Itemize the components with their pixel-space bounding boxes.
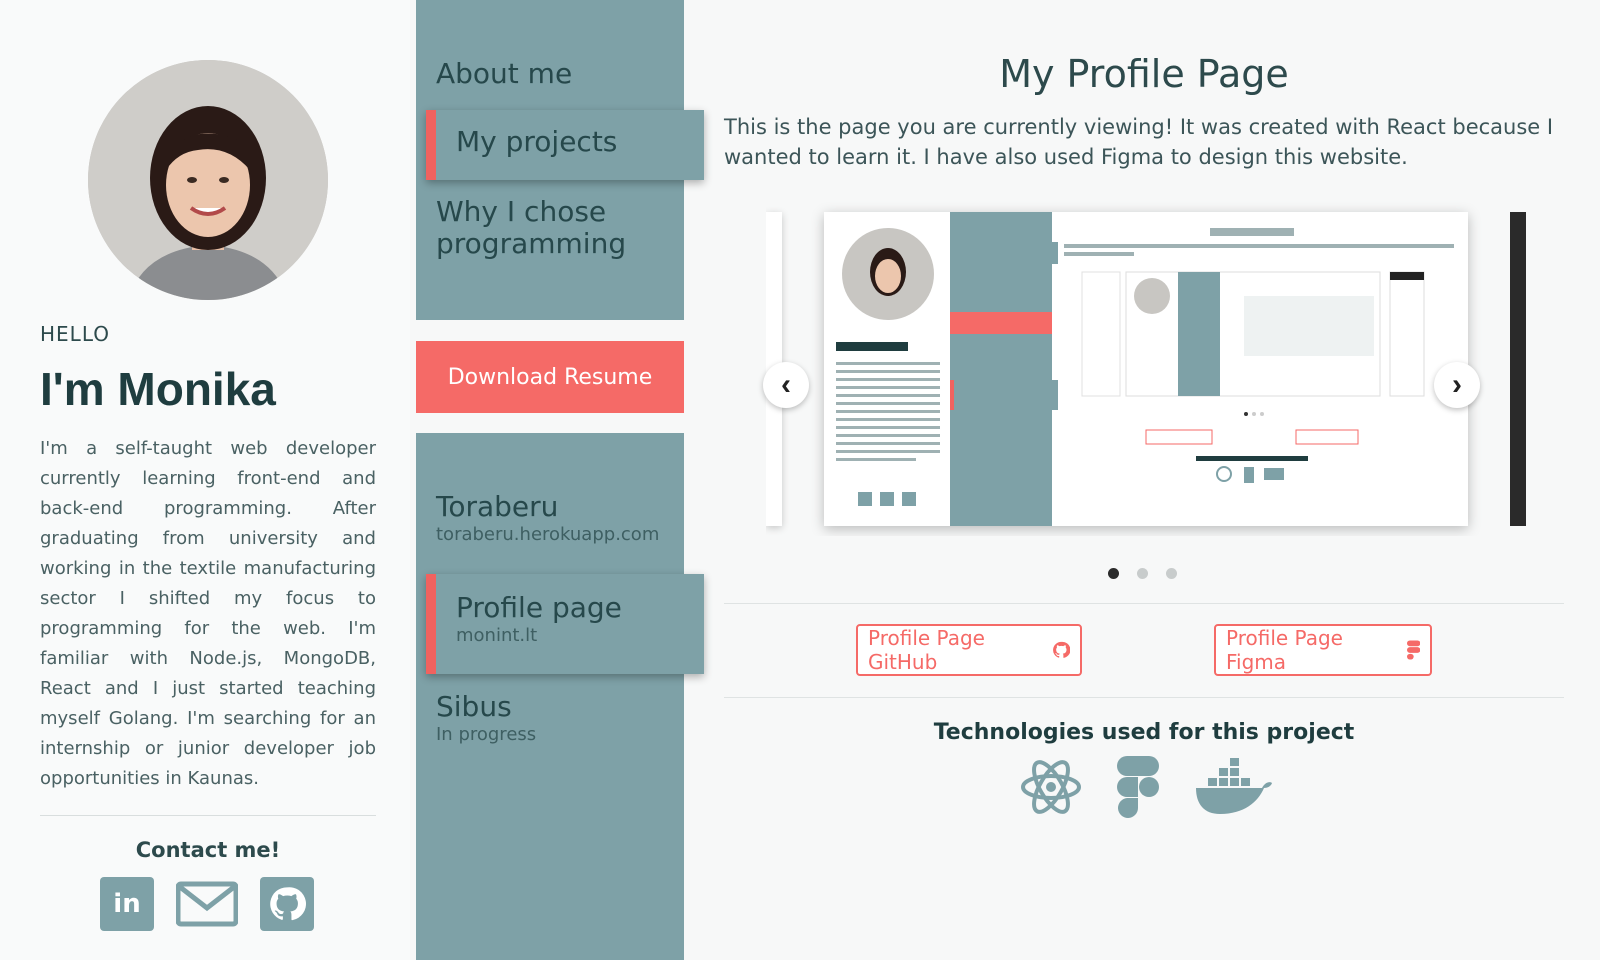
chevron-right-icon[interactable]: › <box>1434 362 1480 408</box>
project-title-heading: My Profile Page <box>999 52 1289 96</box>
social-links: in <box>100 877 314 931</box>
project-detail: My Profile Page This is the page you are… <box>724 0 1564 960</box>
carousel-slide <box>824 212 1468 526</box>
profile-sidebar: HELLO I'm Monika I'm a self-taught web d… <box>0 0 410 960</box>
divider <box>40 815 376 816</box>
nav-my-projects[interactable]: My projects <box>426 110 704 180</box>
project-title: Profile page <box>456 591 622 624</box>
download-resume-button[interactable]: Download Resume <box>416 341 684 413</box>
project-item-sibus[interactable]: Sibus In progress <box>436 691 536 747</box>
avatar <box>88 60 328 300</box>
project-title: Toraberu <box>436 490 559 523</box>
divider <box>724 603 1564 604</box>
project-subtitle: In progress <box>436 724 537 745</box>
project-subtitle: monint.lt <box>456 625 538 646</box>
nav-my-projects-label: My projects <box>456 125 618 158</box>
figma-link-button[interactable]: Profile Page Figma <box>1214 624 1432 676</box>
carousel-dot-2[interactable] <box>1137 568 1148 579</box>
mail-icon[interactable] <box>176 877 238 931</box>
nav-about-me[interactable]: About me <box>436 58 572 90</box>
technologies-list <box>1020 756 1272 818</box>
project-item-profile-page[interactable]: Profile page monint.lt <box>426 574 704 674</box>
project-description: This is the page you are currently viewi… <box>724 115 1554 169</box>
project-subtitle: toraberu.herokuapp.com <box>436 524 660 545</box>
profile-name: I'm Monika <box>40 363 276 415</box>
figma-icon <box>1117 756 1159 818</box>
projects-list: Toraberu toraberu.herokuapp.com Sibus In… <box>416 433 684 960</box>
carousel-indicators <box>1108 568 1177 579</box>
project-title: Sibus <box>436 690 512 723</box>
technologies-heading: Technologies used for this project <box>933 720 1355 745</box>
contact-heading: Contact me! <box>135 838 281 862</box>
next-slide-peek <box>1510 212 1526 526</box>
figma-icon <box>1406 640 1420 660</box>
github-link-button[interactable]: Profile Page GitHub <box>856 624 1082 676</box>
nav-why-programming[interactable]: Why I chose programming <box>436 196 666 260</box>
carousel-dot-3[interactable] <box>1166 568 1177 579</box>
react-icon <box>1021 760 1081 814</box>
divider <box>724 697 1564 698</box>
project-item-toraberu[interactable]: Toraberu toraberu.herokuapp.com <box>436 491 659 547</box>
github-link-label: Profile Page GitHub <box>868 626 985 674</box>
github-icon[interactable] <box>260 877 314 931</box>
docker-icon <box>1196 758 1272 814</box>
figma-link-label: Profile Page Figma <box>1226 626 1343 674</box>
linkedin-icon[interactable]: in <box>100 877 154 931</box>
github-icon <box>1052 641 1070 658</box>
carousel-dot-1[interactable] <box>1108 568 1119 579</box>
linkedin-icon-label: in <box>113 889 141 919</box>
greeting: HELLO <box>40 322 110 346</box>
chevron-left-icon[interactable]: ‹ <box>763 362 809 408</box>
bio-text: I'm a self-taught web developer currentl… <box>40 438 376 789</box>
screenshot-carousel <box>766 196 1526 536</box>
